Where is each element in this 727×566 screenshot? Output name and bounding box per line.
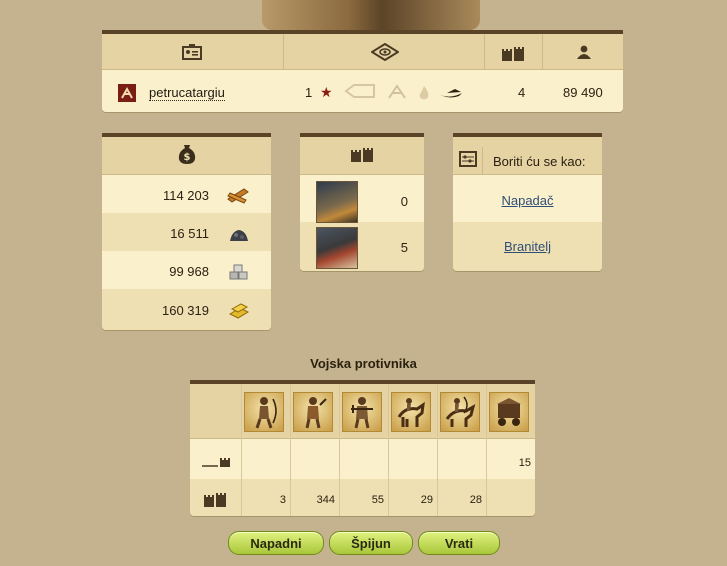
ore-amount: 16 511: [170, 226, 209, 241]
enemy-army-title: Vojska protivnika: [310, 356, 417, 371]
enemy-army-panel: 15 3 344 55 29 28: [190, 380, 535, 516]
castle-count: 0: [400, 194, 408, 209]
player-name[interactable]: petrucatargiu: [149, 85, 225, 101]
unit-mounted-archer-icon[interactable]: [440, 392, 480, 432]
star-icon: ★: [320, 84, 333, 100]
fire-icon: [418, 85, 430, 101]
player-info-panel: petrucatargiu 1 ★ 4 89 490: [102, 30, 623, 112]
unit-cavalry-icon[interactable]: [391, 392, 431, 432]
fight-role-panel: Boriti ću se kao: Napadač Branitelj: [453, 133, 602, 271]
banner-image: [262, 0, 480, 30]
gold-amount: 160 319: [162, 303, 209, 318]
army-row2-value: 28: [469, 494, 482, 506]
army-row2-value: 29: [420, 494, 433, 506]
unit-archer-icon[interactable]: [244, 392, 284, 432]
attack-button[interactable]: Napadni: [228, 531, 324, 555]
player-points: 89 490: [563, 85, 603, 100]
ore-icon: [228, 227, 250, 243]
army-row2-value: 55: [371, 494, 384, 506]
map-eye-icon: [370, 42, 400, 62]
player-rank: 1: [305, 85, 313, 100]
player-castles: 4: [518, 85, 526, 100]
fight-role-title: Boriti ću se kao:: [493, 154, 586, 169]
castle-count: 5: [400, 240, 408, 255]
id-card-icon: [180, 43, 204, 61]
unit-crossbowman-icon[interactable]: [342, 392, 382, 432]
army-row2-value: 3: [279, 494, 286, 506]
gold-icon: [228, 302, 250, 320]
moat-castle-icon: [200, 454, 232, 468]
spy-button[interactable]: Špijun: [329, 531, 413, 555]
wood-icon: [226, 186, 250, 204]
castle-thumbnail[interactable]: [316, 227, 358, 269]
user-icon: [574, 43, 594, 61]
back-button[interactable]: Vrati: [418, 531, 500, 555]
army-row2-value: 344: [316, 494, 335, 506]
stone-amount: 99 968: [169, 264, 209, 279]
unit-swordsman-icon[interactable]: [293, 392, 333, 432]
abacus-icon: [459, 151, 477, 167]
resources-panel: $ 114 203 16 511 99 968 160 319: [102, 133, 271, 330]
defender-link[interactable]: Branitelj: [453, 239, 602, 254]
scroll-icon: [344, 83, 378, 99]
castle-icon: [203, 491, 229, 507]
money-bag-icon: $: [177, 143, 197, 168]
unit-siege-icon[interactable]: [489, 392, 529, 432]
castle-thumbnail[interactable]: [316, 181, 358, 223]
castle-icon: [500, 44, 526, 62]
ship-icon: [439, 87, 463, 99]
castles-panel: 0 5: [300, 133, 424, 271]
attacker-link[interactable]: Napadač: [453, 193, 602, 208]
svg-text:$: $: [183, 152, 190, 163]
castle-icon: [350, 146, 374, 165]
army-row1-value: 15: [518, 457, 531, 469]
player-emblem-icon: [118, 84, 136, 102]
wood-amount: 114 203: [162, 188, 209, 203]
catapult-icon: [386, 83, 408, 101]
stone-icon: [228, 263, 250, 281]
